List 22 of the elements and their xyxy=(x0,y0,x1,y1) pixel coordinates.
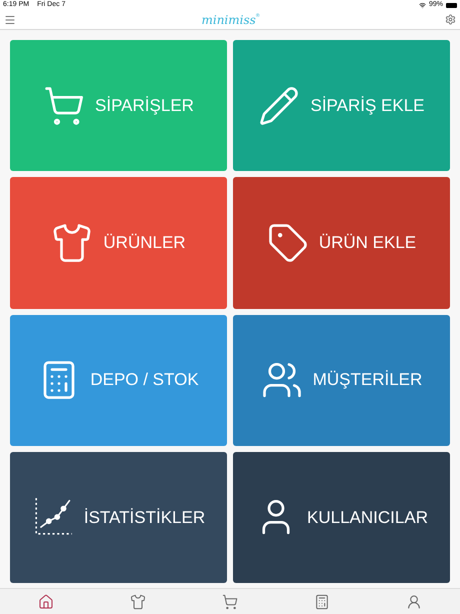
logo: minimiss xyxy=(201,14,256,26)
user-icon xyxy=(406,594,422,610)
menu-icon[interactable] xyxy=(4,14,16,26)
calculator-icon xyxy=(314,594,330,610)
menu-tile[interactable]: DEPO / STOK xyxy=(10,314,227,446)
shirt-icon xyxy=(130,594,146,610)
menu-tile[interactable]: SİPARİŞLER xyxy=(10,40,227,172)
menu-tile[interactable]: MÜŞTERİLER xyxy=(233,314,450,446)
cart-icon xyxy=(222,594,238,610)
cart-icon xyxy=(43,84,86,127)
battery-icon xyxy=(446,2,457,8)
menu-tile[interactable]: İSTATİSTİKLER xyxy=(10,452,227,583)
menu-tile[interactable]: SİPARİŞ EKLE xyxy=(233,40,450,172)
menu-tile[interactable]: KULLANICILAR xyxy=(233,452,450,583)
settings-icon[interactable] xyxy=(444,14,456,25)
menu-tile[interactable]: ÜRÜN EKLE xyxy=(233,177,450,308)
home-icon xyxy=(38,594,54,610)
shirt-icon xyxy=(51,222,94,264)
tag-icon xyxy=(266,222,309,264)
wifi-icon xyxy=(418,2,426,8)
menu-tile[interactable]: ÜRÜNLER xyxy=(10,177,227,308)
pencil-icon xyxy=(258,84,300,127)
